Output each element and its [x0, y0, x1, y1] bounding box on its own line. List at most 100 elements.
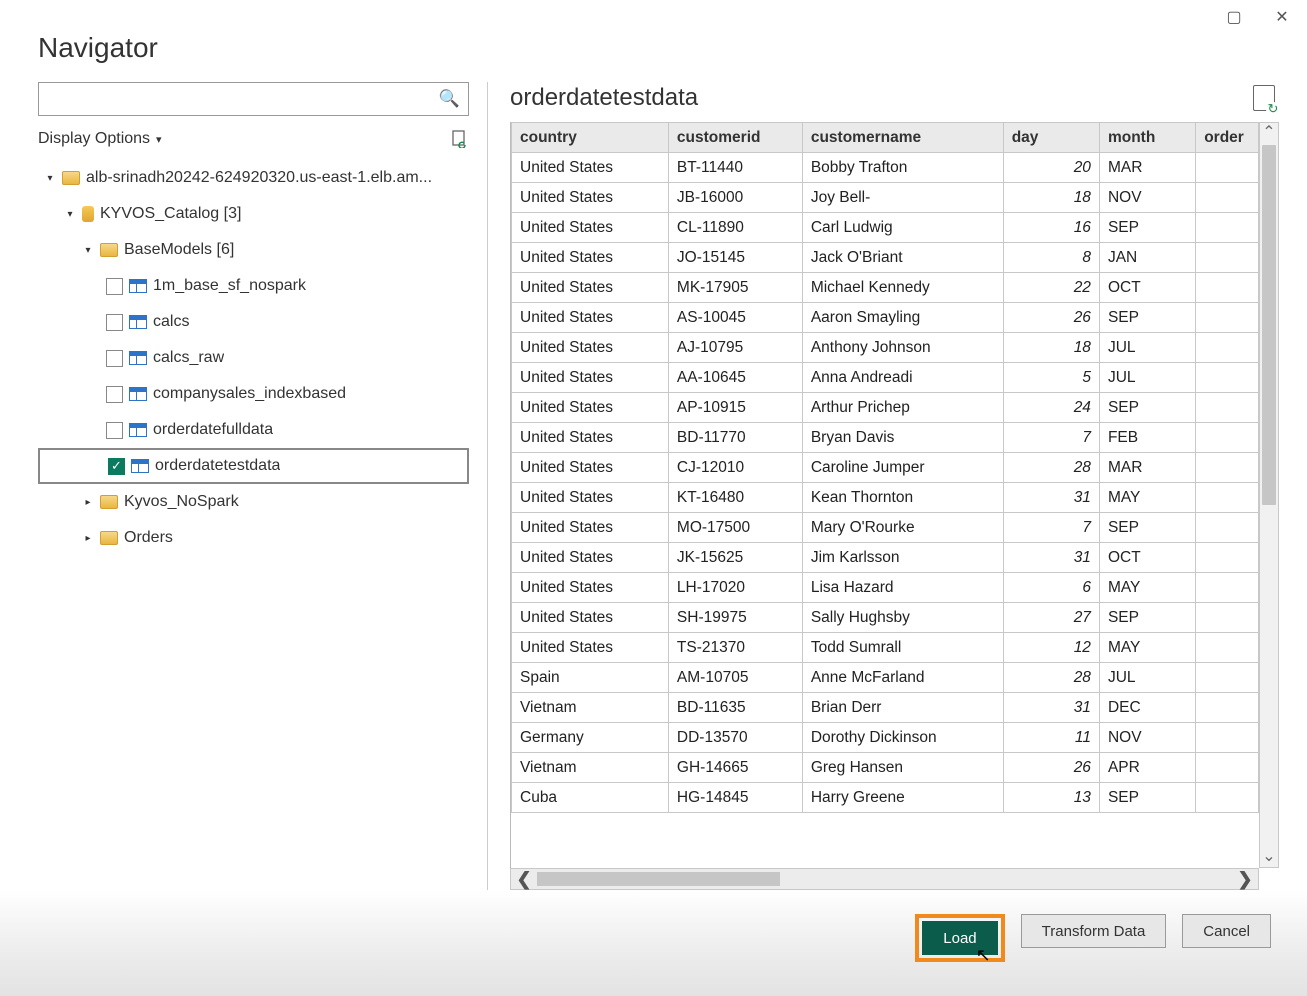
tree-node-folder[interactable]: ▸Kyvos_NoSpark — [38, 484, 469, 520]
checkbox[interactable] — [106, 314, 123, 331]
horizontal-scrollbar[interactable]: ❮ ❯ — [510, 868, 1259, 890]
table-cell: 16 — [1003, 213, 1099, 243]
scroll-right-icon[interactable]: ❯ — [1232, 869, 1258, 890]
table-row[interactable]: United StatesBD-11770Bryan Davis7FEB — [512, 423, 1259, 453]
table-cell: MAY — [1099, 483, 1195, 513]
table-cell: Vietnam — [512, 753, 669, 783]
table-cell — [1196, 573, 1259, 603]
checkbox[interactable] — [106, 386, 123, 403]
table-row[interactable]: United StatesJB-16000Joy Bell-18NOV — [512, 183, 1259, 213]
scroll-down-icon[interactable]: ⌄ — [1262, 849, 1275, 865]
chevron-down-icon: ▾ — [156, 133, 162, 146]
table-cell: CL-11890 — [668, 213, 802, 243]
maximize-icon[interactable]: ▢ — [1219, 6, 1249, 28]
table-row[interactable]: United StatesLH-17020Lisa Hazard6MAY — [512, 573, 1259, 603]
table-cell: SEP — [1099, 603, 1195, 633]
table-cell — [1196, 783, 1259, 813]
column-header[interactable]: customername — [802, 123, 1003, 153]
checkbox[interactable]: ✓ — [108, 458, 125, 475]
table-icon — [129, 387, 147, 401]
checkbox[interactable] — [106, 278, 123, 295]
refresh-preview-icon[interactable] — [1253, 85, 1275, 111]
table-row[interactable]: United StatesAJ-10795Anthony Johnson18JU… — [512, 333, 1259, 363]
table-row[interactable]: VietnamGH-14665Greg Hansen26APR — [512, 753, 1259, 783]
caret-down-icon: ▾ — [44, 172, 56, 184]
table-cell: BT-11440 — [668, 153, 802, 183]
table-row[interactable]: United StatesJO-15145Jack O'Briant8JAN — [512, 243, 1259, 273]
tree-node-server[interactable]: ▾ alb-srinadh20242-624920320.us-east-1.e… — [38, 160, 469, 196]
column-header[interactable]: customerid — [668, 123, 802, 153]
table-cell: United States — [512, 543, 669, 573]
checkbox[interactable] — [106, 422, 123, 439]
scroll-up-icon[interactable]: ⌃ — [1262, 125, 1275, 141]
load-button[interactable]: Load — [922, 921, 997, 955]
table-row[interactable]: United StatesAS-10045Aaron Smayling26SEP — [512, 303, 1259, 333]
table-row[interactable]: United StatesSH-19975Sally Hughsby27SEP — [512, 603, 1259, 633]
refresh-tree-icon[interactable] — [451, 130, 469, 148]
tree-node-basemodels[interactable]: ▾ BaseModels [6] — [38, 232, 469, 268]
table-cell — [1196, 513, 1259, 543]
column-header[interactable]: day — [1003, 123, 1099, 153]
table-cell: 8 — [1003, 243, 1099, 273]
tree-node-table[interactable]: calcs — [38, 304, 469, 340]
search-input[interactable] — [47, 90, 439, 109]
close-icon[interactable]: ✕ — [1267, 6, 1297, 28]
tree-label: calcs — [153, 313, 189, 331]
table-cell: Brian Derr — [802, 693, 1003, 723]
table-cell: MAY — [1099, 573, 1195, 603]
table-cell: LH-17020 — [668, 573, 802, 603]
tree-label: orderdatefulldata — [153, 421, 273, 439]
tree-node-catalog[interactable]: ▾ KYVOS_Catalog [3] — [38, 196, 469, 232]
search-input-wrap[interactable]: 🔍 — [38, 82, 469, 116]
table-cell: 31 — [1003, 693, 1099, 723]
table-cell: Bobby Trafton — [802, 153, 1003, 183]
table-cell — [1196, 303, 1259, 333]
display-options-dropdown[interactable]: Display Options ▾ — [38, 130, 162, 148]
transform-data-button[interactable]: Transform Data — [1021, 914, 1167, 948]
table-cell: United States — [512, 633, 669, 663]
column-header[interactable]: order — [1196, 123, 1259, 153]
table-icon — [129, 279, 147, 293]
tree-node-table[interactable]: companysales_indexbased — [38, 376, 469, 412]
column-header[interactable]: month — [1099, 123, 1195, 153]
scrollbar-thumb[interactable] — [537, 872, 780, 886]
tree-label: BaseModels [6] — [124, 241, 234, 259]
table-row[interactable]: United StatesKT-16480Kean Thornton31MAY — [512, 483, 1259, 513]
table-row[interactable]: United StatesCJ-12010Caroline Jumper28MA… — [512, 453, 1259, 483]
column-header[interactable]: country — [512, 123, 669, 153]
table-cell: United States — [512, 393, 669, 423]
tree-node-folder[interactable]: ▸Orders — [38, 520, 469, 556]
table-row[interactable]: United StatesJK-15625Jim Karlsson31OCT — [512, 543, 1259, 573]
table-row[interactable]: United StatesAP-10915Arthur Prichep24SEP — [512, 393, 1259, 423]
table-row[interactable]: GermanyDD-13570Dorothy Dickinson11NOV — [512, 723, 1259, 753]
table-cell: United States — [512, 273, 669, 303]
table-cell — [1196, 153, 1259, 183]
vertical-scrollbar[interactable]: ⌃ ⌄ — [1259, 122, 1279, 868]
tree-node-table[interactable]: calcs_raw — [38, 340, 469, 376]
checkbox[interactable] — [106, 350, 123, 367]
table-row[interactable]: CubaHG-14845Harry Greene13SEP — [512, 783, 1259, 813]
search-icon[interactable]: 🔍 — [439, 89, 460, 109]
table-cell — [1196, 363, 1259, 393]
table-cell: Kean Thornton — [802, 483, 1003, 513]
table-cell: Jack O'Briant — [802, 243, 1003, 273]
scroll-left-icon[interactable]: ❮ — [511, 869, 537, 890]
tree-node-table[interactable]: 1m_base_sf_nospark — [38, 268, 469, 304]
table-cell: Harry Greene — [802, 783, 1003, 813]
table-row[interactable]: United StatesTS-21370Todd Sumrall12MAY — [512, 633, 1259, 663]
table-cell: OCT — [1099, 273, 1195, 303]
tree-label: alb-srinadh20242-624920320.us-east-1.elb… — [86, 169, 432, 187]
table-cell: 31 — [1003, 543, 1099, 573]
tree-node-table[interactable]: ✓orderdatetestdata — [38, 448, 469, 484]
table-row[interactable]: United StatesMO-17500Mary O'Rourke7SEP — [512, 513, 1259, 543]
scrollbar-thumb[interactable] — [1262, 145, 1276, 505]
table-row[interactable]: United StatesAA-10645Anna Andreadi5JUL — [512, 363, 1259, 393]
table-row[interactable]: SpainAM-10705Anne McFarland28JUL — [512, 663, 1259, 693]
table-row[interactable]: United StatesMK-17905Michael Kennedy22OC… — [512, 273, 1259, 303]
table-row[interactable]: VietnamBD-11635Brian Derr31DEC — [512, 693, 1259, 723]
table-row[interactable]: United StatesCL-11890Carl Ludwig16SEP — [512, 213, 1259, 243]
table-row[interactable]: United StatesBT-11440Bobby Trafton20MAR — [512, 153, 1259, 183]
tree-node-table[interactable]: orderdatefulldata — [38, 412, 469, 448]
table-cell: 20 — [1003, 153, 1099, 183]
cancel-button[interactable]: Cancel — [1182, 914, 1271, 948]
